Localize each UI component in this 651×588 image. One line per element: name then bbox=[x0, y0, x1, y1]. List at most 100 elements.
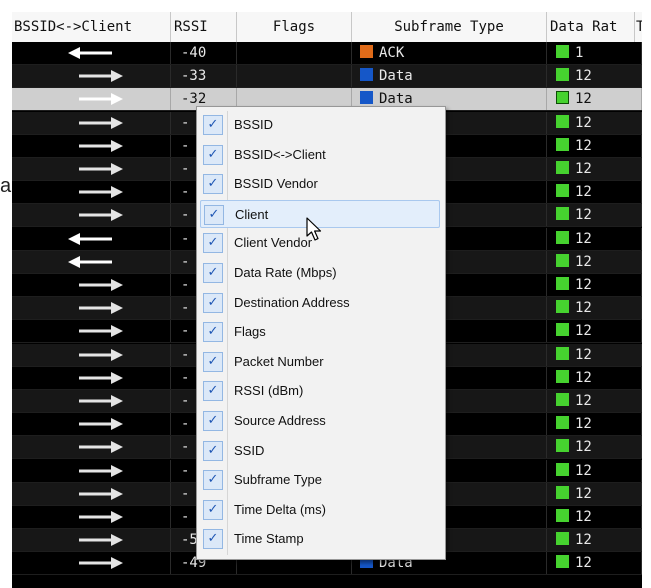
arrow-right-icon bbox=[79, 371, 123, 384]
data-rate-label: 12 bbox=[575, 393, 592, 409]
menu-item-time-delta-ms[interactable]: ✓ Time Delta (ms) bbox=[200, 496, 440, 524]
data-rate-cell: 12 bbox=[547, 529, 642, 552]
data-rate-swatch-icon bbox=[556, 416, 569, 430]
menu-item-destination-address[interactable]: ✓ Destination Address bbox=[200, 289, 440, 317]
menu-item-ssid[interactable]: ✓ SSID bbox=[200, 437, 440, 465]
arrow-right-icon bbox=[79, 348, 123, 361]
data-rate-cell: 1 bbox=[547, 42, 642, 64]
data-rate-label: 12 bbox=[575, 369, 592, 386]
data-rate-cell: 12 bbox=[547, 297, 642, 320]
data-rate-label: 12 bbox=[575, 416, 592, 433]
arrow-right-icon bbox=[79, 418, 123, 431]
arrow-left-icon bbox=[68, 47, 112, 59]
direction-cell bbox=[12, 111, 171, 134]
data-rate-cell: 12 bbox=[547, 111, 642, 134]
data-rate-swatch-icon bbox=[556, 230, 569, 244]
data-rate-label: 12 bbox=[575, 137, 592, 154]
menu-item-subframe-type[interactable]: ✓ Subframe Type bbox=[200, 466, 440, 494]
data-rate-swatch-icon bbox=[556, 439, 569, 453]
data-rate-label: 12 bbox=[575, 509, 592, 525]
data-rate-cell: 12 bbox=[547, 320, 642, 343]
direction-cell bbox=[12, 529, 171, 552]
data-rate-swatch-icon bbox=[556, 253, 569, 267]
column-header-data-rate[interactable]: Data Rat bbox=[547, 12, 635, 42]
column-header-truncated[interactable]: T bbox=[635, 12, 642, 42]
table-row[interactable]: -40 ACK 1 bbox=[12, 42, 642, 65]
data-rate-label: 12 bbox=[575, 346, 592, 363]
menu-item-label: Flags bbox=[234, 324, 266, 340]
direction-cell bbox=[12, 390, 171, 412]
column-header-flags[interactable]: Flags bbox=[237, 12, 352, 42]
data-rate-cell: 12 bbox=[547, 181, 642, 204]
data-rate-label: 12 bbox=[575, 485, 592, 502]
arrow-right-icon bbox=[79, 534, 123, 547]
direction-cell bbox=[12, 65, 171, 88]
checkmark-icon: ✓ bbox=[203, 499, 223, 520]
menu-item-label: Client Vendor bbox=[234, 235, 313, 251]
data-rate-label: 12 bbox=[575, 230, 592, 247]
data-rate-swatch-icon bbox=[556, 45, 569, 58]
menu-item-label: Time Delta (ms) bbox=[234, 501, 326, 517]
menu-item-time-stamp[interactable]: ✓ Time Stamp bbox=[200, 525, 440, 553]
direction-cell bbox=[12, 436, 171, 459]
menu-item-bssid[interactable]: ✓ BSSID bbox=[200, 111, 440, 139]
menu-item-flags[interactable]: ✓ Flags bbox=[200, 318, 440, 346]
data-rate-label: 12 bbox=[575, 277, 592, 293]
direction-cell bbox=[12, 250, 171, 273]
table-row[interactable]: -33 Data 12 bbox=[12, 65, 642, 89]
checkmark-icon: ✓ bbox=[203, 115, 223, 135]
data-rate-label: 1 bbox=[575, 45, 584, 61]
column-header-subframe-type[interactable]: Subframe Type bbox=[352, 12, 547, 42]
menu-item-label: SSID bbox=[234, 442, 265, 458]
data-rate-cell: 12 bbox=[547, 459, 642, 482]
menu-item-label: Subframe Type bbox=[234, 472, 322, 488]
data-rate-label: 12 bbox=[575, 184, 592, 201]
data-rate-cell: 12 bbox=[547, 482, 642, 505]
data-rate-cell: 12 bbox=[547, 134, 642, 157]
data-rate-swatch-icon bbox=[556, 346, 569, 360]
data-rate-cell: 12 bbox=[547, 65, 642, 88]
table-header: BSSID<->Client RSSI Flags Subframe Type … bbox=[12, 12, 642, 43]
checkmark-icon: ✓ bbox=[203, 292, 223, 313]
checkmark-icon: ✓ bbox=[203, 174, 223, 195]
menu-item-label: Source Address bbox=[234, 413, 326, 428]
data-rate-swatch-icon bbox=[556, 207, 569, 221]
menu-item-packet-number[interactable]: ✓ Packet Number bbox=[200, 348, 440, 376]
direction-cell bbox=[12, 552, 171, 575]
data-rate-label: 12 bbox=[575, 161, 592, 177]
data-rate-cell: 12 bbox=[547, 343, 642, 366]
direction-cell bbox=[12, 482, 171, 505]
menu-item-source-address[interactable]: ✓ Source Address bbox=[200, 407, 440, 435]
menu-item-rssi-dbm[interactable]: ✓ RSSI (dBm) bbox=[200, 377, 440, 405]
menu-item-bssid-vendor[interactable]: ✓ BSSID Vendor bbox=[200, 170, 440, 198]
data-rate-label: 12 bbox=[575, 91, 592, 108]
data-rate-cell: 12 bbox=[547, 413, 642, 436]
menu-item-bssid-client[interactable]: ✓ BSSID<->Client bbox=[200, 141, 440, 169]
subframe-color-swatch-icon bbox=[360, 45, 373, 58]
menu-item-data-rate-mbps[interactable]: ✓ Data Rate (Mbps) bbox=[200, 259, 440, 287]
data-rate-swatch-icon bbox=[556, 555, 569, 569]
menu-item-label: RSSI (dBm) bbox=[234, 383, 304, 399]
arrow-right-icon bbox=[79, 93, 123, 106]
data-rate-cell: 12 bbox=[547, 274, 642, 296]
column-header-bssid-client[interactable]: BSSID<->Client bbox=[12, 12, 171, 42]
direction-cell bbox=[12, 227, 171, 250]
data-rate-swatch-icon bbox=[556, 462, 569, 476]
flags-cell bbox=[237, 42, 352, 64]
checkmark-icon: ✓ bbox=[203, 411, 223, 431]
data-rate-swatch-icon bbox=[556, 277, 569, 290]
direction-cell bbox=[12, 88, 171, 111]
data-rate-swatch-icon bbox=[556, 509, 569, 522]
data-rate-swatch-icon bbox=[556, 393, 569, 406]
data-rate-label: 12 bbox=[575, 114, 592, 131]
arrow-left-icon bbox=[68, 232, 112, 245]
data-rate-label: 12 bbox=[575, 462, 592, 479]
checkmark-icon: ✓ bbox=[203, 351, 223, 372]
data-rate-label: 12 bbox=[575, 532, 592, 549]
arrow-right-icon bbox=[79, 279, 123, 291]
data-rate-cell: 12 bbox=[547, 204, 642, 227]
direction-cell bbox=[12, 181, 171, 204]
column-header-rssi[interactable]: RSSI bbox=[171, 12, 237, 42]
checkmark-icon: ✓ bbox=[203, 263, 223, 283]
direction-cell bbox=[12, 297, 171, 320]
